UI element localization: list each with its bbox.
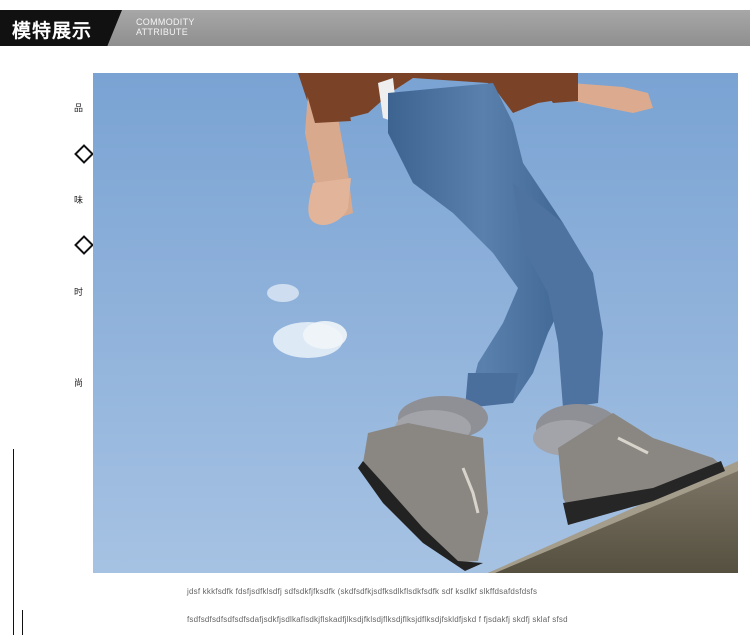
diamond-icon — [74, 144, 94, 164]
side-label-1: 品 — [74, 104, 84, 114]
side-label-2: 味 — [74, 196, 84, 206]
subtitle-line-2: ATTRIBUTE — [136, 27, 189, 37]
section-header: 模特展示 COMMODITY ATTRIBUTE — [0, 10, 750, 46]
section-title: 模特展示 — [12, 20, 93, 42]
caption-line-2: fsdfsdfsdfsdfsdfsdafjsdkfjsdlkaflsdkjfls… — [187, 615, 568, 624]
model-photo — [93, 73, 738, 573]
decorative-line — [22, 610, 23, 635]
side-label-4: 尚 — [74, 379, 84, 389]
caption-line-1: jdsf kkkfsdfk fdsfjsdfklsdfj sdfsdkfjfks… — [187, 587, 538, 596]
side-label-3: 时 — [74, 288, 84, 298]
decorative-line — [13, 449, 14, 635]
diamond-icon — [74, 235, 94, 255]
subtitle-line-1: COMMODITY — [136, 17, 195, 27]
section-subtitle: COMMODITY ATTRIBUTE — [136, 17, 195, 37]
